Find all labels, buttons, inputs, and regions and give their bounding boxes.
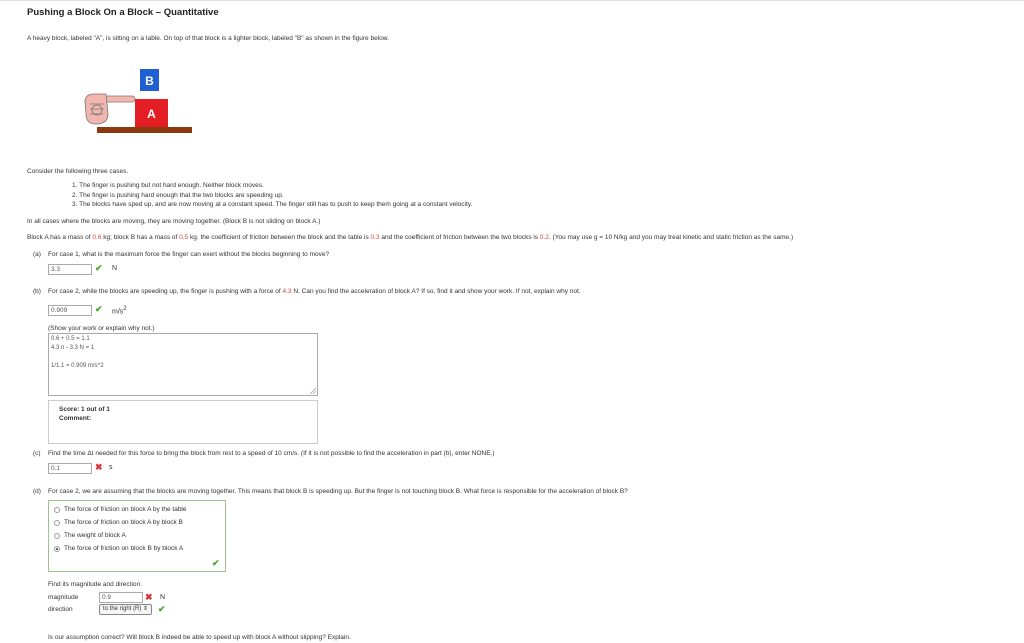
option-label[interactable]: The force of friction on block B by bloc…: [64, 545, 183, 552]
given-text: Block A has a mass of 0.6 kg; block B ha…: [27, 234, 794, 241]
find-label: Find its magnitude and direction.: [48, 581, 142, 588]
work-line: 4.3 n - 3.3 N = 1: [51, 345, 95, 351]
block-a-label: A: [147, 107, 156, 121]
final-question: Is our assumption correct? Will block B …: [48, 634, 351, 641]
score-text: Score: 1 out of 1: [59, 406, 110, 413]
part-d-label: (d): [33, 488, 41, 495]
part-c-label: (c): [33, 450, 41, 457]
part-b-answer-input[interactable]: 0.909: [48, 305, 92, 316]
magnitude-input[interactable]: 0.9: [99, 592, 143, 603]
option-label[interactable]: The force of friction on block A by the …: [64, 506, 187, 513]
select-arrows-icon: ⇕: [143, 606, 149, 612]
correct-check-icon: ✔: [95, 263, 103, 273]
part-b-question: For case 2, while the blocks are speedin…: [48, 288, 581, 295]
part-a-label: (a): [33, 251, 41, 258]
direction-select[interactable]: to the right (R) ⇕: [99, 604, 153, 615]
work-line: 0.6 + 0.5 = 1.1: [51, 336, 90, 342]
option-radio-3-selected[interactable]: [54, 546, 60, 552]
part-c-unit: s: [109, 464, 113, 471]
magnitude-label: magnitude: [48, 594, 79, 601]
option-radio-0[interactable]: [54, 507, 60, 513]
part-a-unit: N: [112, 265, 118, 272]
part-d-question: For case 2, we are assuming that the blo…: [48, 488, 628, 495]
resize-handle-icon[interactable]: [310, 388, 316, 394]
case-1: 1. The finger is pushing but not hard en…: [72, 182, 264, 189]
work-textarea[interactable]: 0.6 + 0.5 = 1.1 4.3 n - 3.3 N = 1 1/1.1 …: [48, 333, 318, 396]
comment-label: Comment:: [59, 415, 92, 422]
options-box: The force of friction on block A by the …: [48, 500, 226, 572]
part-a-question: For case 1, what is the maximum force th…: [48, 251, 330, 258]
correct-check-icon: ✔: [212, 558, 220, 568]
case-3: 3. The blocks have sped up, and are now …: [72, 201, 473, 208]
mu-table-value: 0.3: [370, 234, 380, 241]
top-divider: [0, 0, 1024, 1]
correct-check-icon: ✔: [95, 304, 103, 314]
part-b-label: (b): [33, 288, 41, 295]
part-c-answer-input[interactable]: 0.1: [48, 463, 92, 474]
score-box: Score: 1 out of 1 Comment:: [48, 400, 318, 444]
part-c-question: Find the time Δt needed for this force t…: [48, 450, 495, 457]
incorrect-cross-icon: ✖: [145, 592, 153, 602]
intro-text: A heavy block, labeled "A", is sitting o…: [27, 35, 389, 42]
magnitude-unit: N: [160, 594, 166, 601]
cases-intro: Consider the following three cases.: [27, 168, 129, 175]
option-label[interactable]: The force of friction on block A by bloc…: [64, 519, 183, 526]
work-line: 1/1.1 = 0.909 m/s^2: [51, 363, 104, 369]
mu-blocks-value: 0.2: [539, 234, 549, 241]
direction-label: direction: [48, 606, 73, 613]
option-radio-2[interactable]: [54, 533, 60, 539]
block-figure: B A: [84, 69, 192, 133]
work-label: (Show your work or explain why not.): [48, 325, 155, 332]
force-value: 4.3: [282, 288, 292, 295]
option-radio-1[interactable]: [54, 520, 60, 526]
option-label[interactable]: The weight of block A: [64, 532, 126, 539]
block-b-label: B: [145, 74, 154, 88]
hand-icon: [84, 93, 136, 125]
case-2: 2. The finger is pushing hard enough tha…: [72, 192, 284, 199]
together-note: In all cases where the blocks are moving…: [27, 218, 321, 225]
mass-b-value: 0.5: [179, 234, 189, 241]
correct-check-icon: ✔: [158, 604, 166, 614]
table: [97, 127, 192, 133]
part-b-unit: m/s2: [112, 306, 127, 316]
page-title: Pushing a Block On a Block – Quantitativ…: [27, 7, 219, 18]
incorrect-cross-icon: ✖: [95, 462, 103, 472]
part-a-answer-input[interactable]: 3.3: [48, 264, 92, 275]
